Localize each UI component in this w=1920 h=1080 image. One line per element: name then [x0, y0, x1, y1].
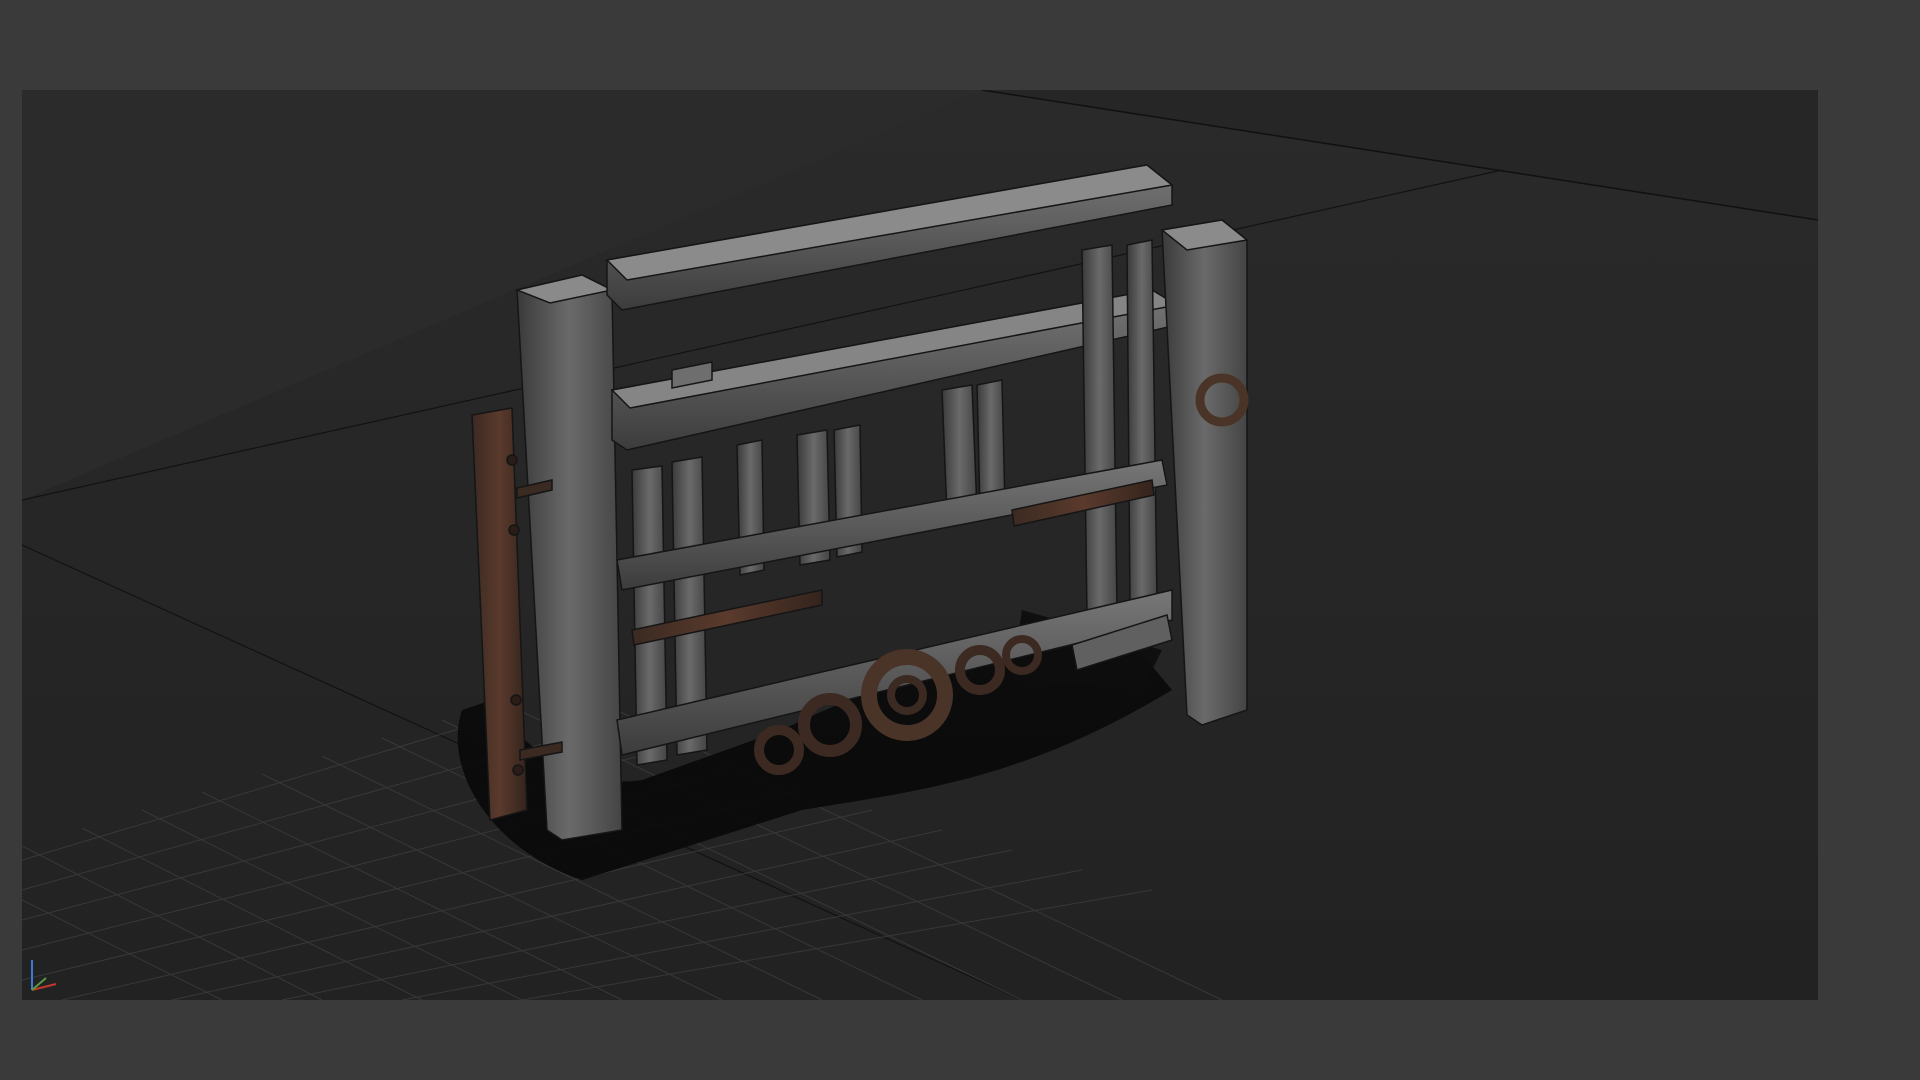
- axis-gizmo-icon: [31, 960, 57, 991]
- 3d-viewport[interactable]: [22, 90, 1818, 1000]
- viewport-scene: [22, 90, 1818, 1000]
- app-window: [0, 0, 1920, 1080]
